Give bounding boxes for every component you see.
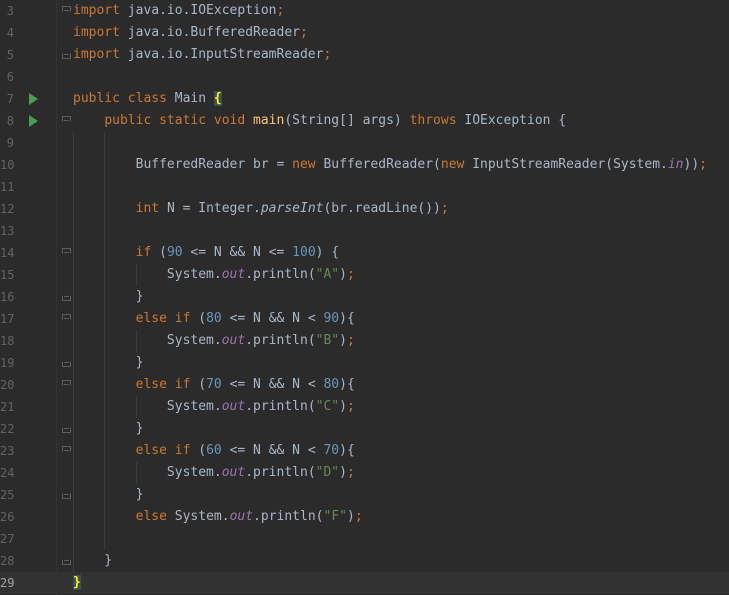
code-text[interactable]: } — [73, 572, 81, 594]
line-number: 25 — [0, 488, 15, 502]
code-line[interactable]: 23 else if (60 <= N && N < 70){ — [0, 440, 729, 462]
code-text[interactable]: else if (80 <= N && N < 90){ — [73, 308, 355, 330]
code-text[interactable]: public static void main(String[] args) t… — [73, 110, 566, 132]
run-icon[interactable] — [29, 115, 38, 127]
code-line[interactable]: 7 public class Main { — [0, 88, 729, 110]
code-text[interactable]: BufferedReader br = new BufferedReader(n… — [73, 154, 707, 176]
code-editor[interactable]: 3 import java.io.IOException; 4 import j… — [0, 0, 729, 595]
line-number: 16 — [0, 290, 15, 304]
code-line[interactable]: 14 if (90 <= N && N <= 100) { — [0, 242, 729, 264]
fold-end-icon[interactable] — [62, 490, 71, 499]
line-number: 5 — [6, 48, 14, 62]
code-line[interactable]: 20 else if (70 <= N && N < 80){ — [0, 374, 729, 396]
code-text[interactable]: int N = Integer.parseInt(br.readLine()); — [73, 198, 449, 220]
code-text[interactable]: System.out.println("B"); — [73, 330, 355, 352]
code-text[interactable]: System.out.println("C"); — [73, 396, 355, 418]
line-number: 4 — [6, 26, 14, 40]
code-text[interactable]: import java.io.IOException; — [73, 0, 284, 22]
code-line[interactable]: 19 } — [0, 352, 729, 374]
line-number: 14 — [0, 246, 15, 260]
code-line[interactable]: 22 } — [0, 418, 729, 440]
line-number: 21 — [0, 400, 15, 414]
code-line[interactable]: 24 System.out.println("D"); — [0, 462, 729, 484]
line-number: 3 — [6, 4, 14, 18]
line-number: 23 — [0, 444, 15, 458]
code-text[interactable]: else System.out.println("F"); — [73, 506, 363, 528]
code-text[interactable]: } — [73, 550, 112, 572]
code-text[interactable]: } — [73, 484, 144, 506]
code-line[interactable]: 17 else if (80 <= N && N < 90){ — [0, 308, 729, 330]
line-number: 12 — [0, 202, 15, 216]
run-icon[interactable] — [29, 93, 38, 105]
code-text[interactable]: } — [73, 286, 144, 308]
fold-end-icon[interactable] — [62, 292, 71, 301]
code-line[interactable]: 27 — [0, 528, 729, 550]
line-number: 28 — [0, 554, 15, 568]
fold-block-icon[interactable] — [62, 446, 71, 455]
line-number: 9 — [6, 136, 14, 150]
code-text[interactable]: if (90 <= N && N <= 100) { — [73, 242, 340, 264]
line-number: 15 — [0, 268, 15, 282]
code-text[interactable]: import java.io.InputStreamReader; — [73, 44, 331, 66]
line-number: 7 — [6, 92, 14, 106]
code-line[interactable]: 16 } — [0, 286, 729, 308]
line-number: 27 — [0, 532, 15, 546]
fold-end-icon[interactable] — [62, 358, 71, 367]
fold-end-icon[interactable] — [62, 424, 71, 433]
fold-end-icon[interactable] — [62, 556, 71, 565]
code-line[interactable]: 26 else System.out.println("F"); — [0, 506, 729, 528]
code-line[interactable]: 10 BufferedReader br = new BufferedReade… — [0, 154, 729, 176]
line-number: 19 — [0, 356, 15, 370]
current-code-line[interactable]: 29 } — [0, 572, 729, 594]
code-line[interactable]: 21 System.out.println("C"); — [0, 396, 729, 418]
code-line[interactable]: 9 — [0, 132, 729, 154]
code-line[interactable]: 3 import java.io.IOException; — [0, 0, 729, 22]
line-number: 11 — [0, 180, 15, 194]
code-text[interactable]: System.out.println("D"); — [73, 462, 355, 484]
line-number: 17 — [0, 312, 15, 326]
fold-end-icon[interactable] — [62, 50, 71, 59]
code-text[interactable]: public class Main { — [73, 88, 222, 110]
line-number: 10 — [0, 158, 15, 172]
fold-block-icon[interactable] — [62, 380, 71, 389]
code-line[interactable]: 15 System.out.println("A"); — [0, 264, 729, 286]
fold-method-icon[interactable] — [62, 116, 71, 125]
fold-block-icon[interactable] — [62, 248, 71, 257]
fold-block-icon[interactable] — [62, 314, 71, 323]
code-line[interactable]: 8 public static void main(String[] args)… — [0, 110, 729, 132]
code-text[interactable]: } — [73, 352, 144, 374]
line-number: 24 — [0, 466, 15, 480]
code-line[interactable]: 13 — [0, 220, 729, 242]
code-text[interactable]: import java.io.BufferedReader; — [73, 22, 308, 44]
line-number: 8 — [6, 114, 14, 128]
line-number: 20 — [0, 378, 15, 392]
code-text[interactable]: System.out.println("A"); — [73, 264, 355, 286]
line-number: 26 — [0, 510, 15, 524]
code-line[interactable]: 25 } — [0, 484, 729, 506]
code-line[interactable]: 5 import java.io.InputStreamReader; — [0, 44, 729, 66]
line-number: 29 — [0, 576, 15, 590]
code-line[interactable]: 12 int N = Integer.parseInt(br.readLine(… — [0, 198, 729, 220]
code-text[interactable]: else if (70 <= N && N < 80){ — [73, 374, 355, 396]
code-text[interactable]: } — [73, 418, 144, 440]
line-number: 22 — [0, 422, 15, 436]
line-number: 13 — [0, 224, 15, 238]
line-number: 18 — [0, 334, 15, 348]
code-line[interactable]: 18 System.out.println("B"); — [0, 330, 729, 352]
code-line[interactable]: 6 — [0, 66, 729, 88]
code-line[interactable]: 28 } — [0, 550, 729, 572]
code-line[interactable]: 11 — [0, 176, 729, 198]
code-line[interactable]: 4 import java.io.BufferedReader; — [0, 22, 729, 44]
line-number: 6 — [6, 70, 14, 84]
code-text[interactable]: else if (60 <= N && N < 70){ — [73, 440, 355, 462]
fold-imports-icon[interactable] — [62, 6, 71, 15]
